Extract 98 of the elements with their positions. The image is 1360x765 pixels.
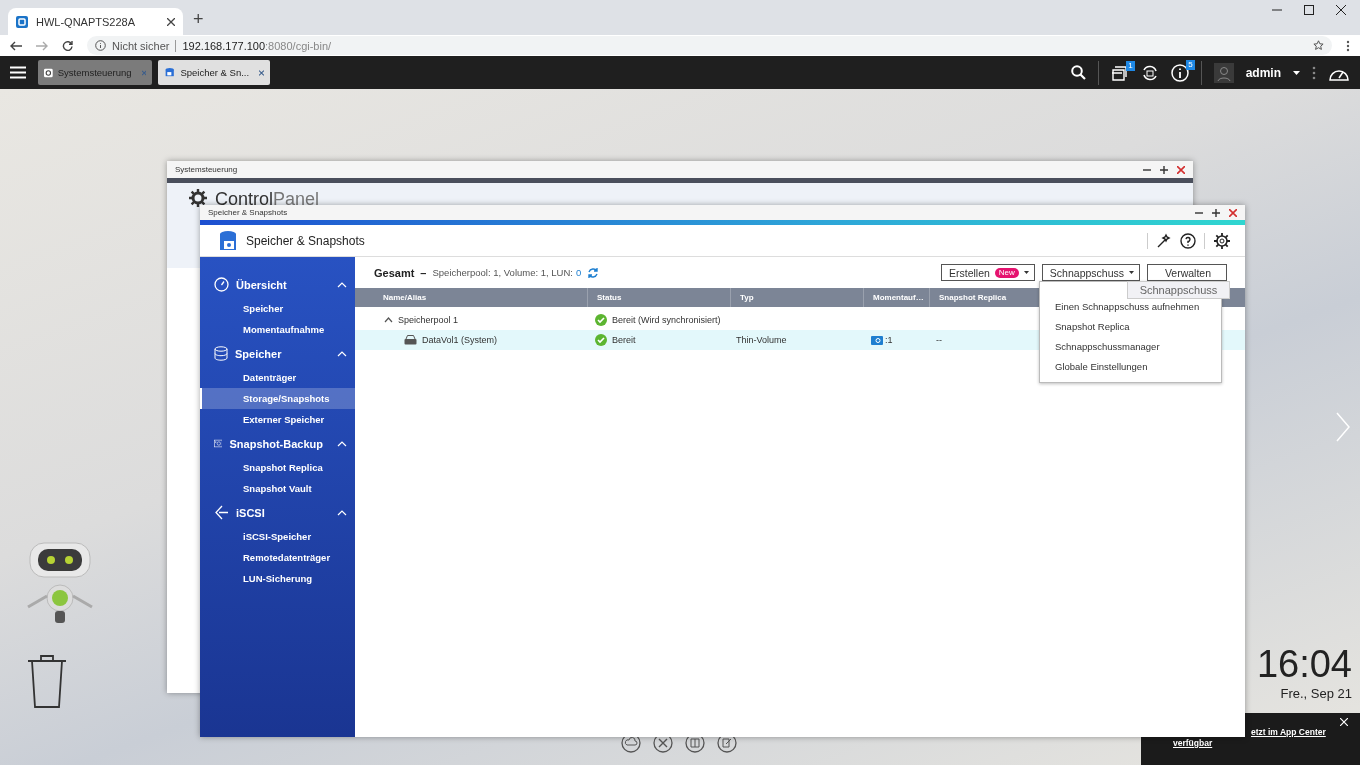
app-tab[interactable]: Speicher & Sn... (158, 60, 270, 85)
pool-name: Speicherpool 1 (398, 315, 459, 325)
type-cell: Thin-Volume (736, 335, 787, 345)
column-header[interactable]: Momentauf… (863, 288, 929, 307)
sidebar-item[interactable]: Remotedatenträger (200, 547, 355, 568)
drive-icon (404, 335, 417, 345)
url-path: :8080/cgi-bin/ (265, 39, 332, 52)
toolbar-button[interactable]: Erstellen New (941, 264, 1035, 281)
column-header[interactable]: Name/Alias (355, 288, 587, 307)
section-label: Übersicht (236, 278, 287, 291)
column-header[interactable]: Typ (730, 288, 863, 307)
replica-cell: -- (936, 335, 942, 345)
window-title: Speicher & Snapshots (208, 208, 288, 217)
menu-item[interactable]: Globale Einstellungen (1040, 356, 1221, 376)
sidebar-item[interactable]: Speicher (200, 298, 355, 319)
notification-link[interactable]: verfügbar (1173, 738, 1213, 749)
user-name[interactable]: admin (1245, 65, 1281, 80)
lun-count: 0 (575, 267, 582, 278)
gauge-icon (214, 277, 229, 292)
more-icon[interactable] (1346, 39, 1350, 52)
notification-count-badge: 5 (1186, 59, 1195, 70)
user-avatar-icon[interactable] (1213, 62, 1234, 83)
sidebar-item[interactable]: Snapshot Replica (200, 457, 355, 478)
sidebar-item[interactable]: Snapshot Vault (200, 478, 355, 499)
sidebar-item[interactable]: Datenträger (200, 367, 355, 388)
caret-icon[interactable] (1293, 70, 1300, 75)
new-tab-button[interactable]: + (193, 9, 204, 30)
help-icon[interactable] (1180, 232, 1196, 249)
sync-icon[interactable] (1140, 63, 1159, 82)
caret-icon (1023, 271, 1029, 274)
reload-icon[interactable] (62, 40, 73, 51)
security-label: Nicht sicher (112, 39, 170, 52)
maximize-icon[interactable] (1212, 208, 1220, 217)
caret-icon (1129, 271, 1134, 274)
settings-icon[interactable] (1213, 231, 1231, 250)
column-header[interactable]: Status (587, 288, 730, 307)
sidebar-section[interactable]: Speicher (200, 340, 355, 367)
camera-icon (214, 437, 223, 450)
app-tab[interactable]: Systemsteuerung (38, 60, 152, 85)
maximize-icon[interactable] (1304, 4, 1314, 15)
storage-icon (164, 66, 176, 79)
connector-icon (214, 505, 229, 520)
check-icon (595, 314, 607, 326)
maximize-icon[interactable] (1160, 165, 1168, 174)
section-label: Speicher (235, 347, 282, 360)
close-icon[interactable] (167, 17, 175, 26)
tab-title: HWL-QNAPTS228A (36, 15, 136, 28)
snapshot-count: :1 (885, 335, 893, 345)
app-tab-title: Systemsteuerung (57, 67, 132, 78)
info-icon (95, 40, 106, 51)
summary-dash: – (420, 266, 427, 279)
tooltip: Schnappschuss (1127, 281, 1230, 299)
search-icon[interactable] (1070, 65, 1086, 80)
sidebar-section[interactable]: Snapshot-Backup (200, 430, 355, 457)
close-icon[interactable] (1336, 4, 1346, 15)
section-label: iSCSI (236, 506, 265, 519)
toolbar-button[interactable]: Schnappschuss (1041, 264, 1140, 281)
clock-time: 16:04 (1256, 643, 1352, 686)
address-bar[interactable]: Nicht sicher 192.168.177.100:8080/cgi-bin/ (87, 36, 1332, 55)
wand-icon[interactable] (1156, 232, 1172, 249)
database-icon (214, 346, 228, 361)
window-title: Systemsteuerung (175, 165, 238, 174)
url-host: 192.168.177.100 (182, 39, 266, 52)
app-title: Speicher & Snapshots (246, 233, 365, 248)
sidebar-item[interactable]: LUN-Sicherung (200, 568, 355, 589)
chevron-up-icon[interactable] (384, 317, 393, 323)
star-icon[interactable] (1313, 40, 1324, 51)
section-label: Snapshot-Backup (229, 437, 323, 450)
sidebar-item[interactable]: Storage/Snapshots (200, 388, 355, 409)
app-tab-title: Speicher & Sn... (180, 67, 250, 78)
more-icon[interactable] (1312, 65, 1316, 80)
summary-detail: Speicherpool: 1, Volume: 1, LUN: (432, 267, 573, 278)
task-count-badge: 1 (1126, 60, 1135, 71)
sidebar-section[interactable]: iSCSI (200, 499, 355, 526)
new-badge: New (994, 267, 1019, 278)
browser-tab[interactable]: HWL-QNAPTS228A (8, 8, 183, 35)
storage-app-icon (218, 229, 238, 252)
sidebar-item[interactable]: iSCSI-Speicher (200, 526, 355, 547)
snapshot-icon (871, 335, 883, 345)
notification-link[interactable]: etzt im App Center (1251, 727, 1326, 738)
trash-icon[interactable] (26, 653, 68, 709)
status-text: Bereit (612, 335, 636, 345)
info-icon[interactable] (1170, 63, 1189, 82)
sidebar-item[interactable]: Externer Speicher (200, 409, 355, 430)
sidebar-section[interactable]: Übersicht (200, 271, 355, 298)
control-panel-logo: ControlPanel (215, 189, 320, 210)
status-text: Bereit (Wird synchronisiert) (612, 315, 721, 325)
summary-label: Gesamt (374, 266, 415, 279)
clock-date: Fre., Sep 21 (1280, 686, 1352, 701)
refresh-icon[interactable] (587, 266, 600, 279)
task-stack-icon[interactable] (1110, 64, 1129, 81)
menu-icon[interactable] (10, 66, 26, 79)
sidebar-item[interactable]: Momentaufnahme (200, 319, 355, 340)
check-icon (595, 334, 607, 346)
volume-name: DataVol1 (System) (422, 335, 498, 345)
back-icon[interactable] (10, 40, 22, 51)
toolbar-button[interactable]: Verwalten (1147, 264, 1227, 281)
app-logo-icon (16, 15, 28, 28)
